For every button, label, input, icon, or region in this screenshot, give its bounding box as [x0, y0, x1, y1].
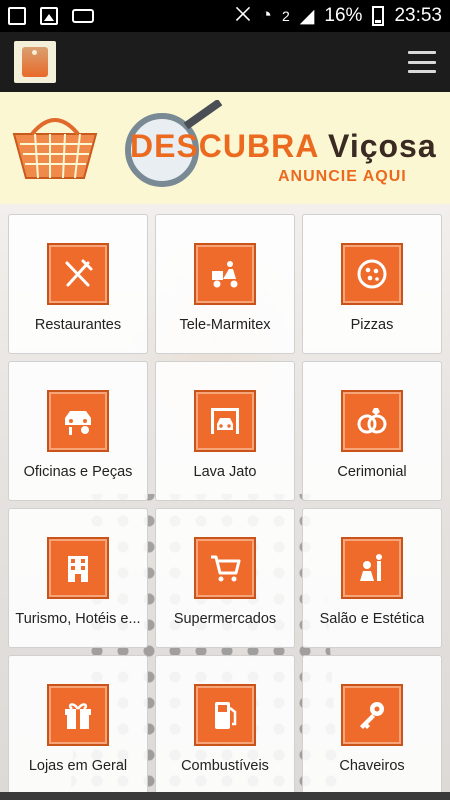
brand-prefix: DES [130, 128, 199, 164]
banner-brand: DESCUBRA Viçosa [130, 128, 437, 165]
bottom-edge [0, 792, 450, 800]
shopping-basket-icon [12, 118, 98, 179]
category-label: Pizzas [350, 317, 394, 333]
category-area: Restaurantes Tele-Marmitex Pizzas Oficin… [0, 204, 450, 800]
menu-button[interactable] [408, 51, 436, 73]
car-repair-icon [47, 390, 109, 452]
key-icon [341, 684, 403, 746]
category-label: Turismo, Hotéis e... [15, 611, 141, 627]
fuel-pump-icon [194, 684, 256, 746]
category-label: Chaveiros [339, 758, 405, 774]
app-logo[interactable] [14, 41, 56, 83]
category-label: Salão e Estética [319, 611, 425, 627]
battery-icon [372, 6, 385, 26]
app-bar [0, 32, 450, 92]
delivery-scooter-icon [194, 243, 256, 305]
shopping-cart-icon [194, 537, 256, 599]
advertise-link[interactable]: ANUNCIE AQUI [278, 168, 407, 186]
image-icon [40, 7, 58, 25]
category-grid: Restaurantes Tele-Marmitex Pizzas Oficin… [8, 214, 442, 795]
utensils-icon [47, 243, 109, 305]
car-wash-icon [194, 390, 256, 452]
category-label: Combustíveis [181, 758, 269, 774]
category-pizzas[interactable]: Pizzas [302, 214, 442, 354]
mute-icon: ⨉ [235, 5, 251, 26]
salon-icon [341, 537, 403, 599]
battery-percent: 16% [324, 5, 363, 26]
category-label: Lava Jato [193, 464, 257, 480]
brand-name: CUBRA [198, 128, 319, 164]
pizza-icon [341, 243, 403, 305]
sim-slot-badge: 2 [282, 8, 290, 24]
rings-icon [341, 390, 403, 452]
gift-icon [47, 684, 109, 746]
ad-banner[interactable]: DESCUBRA Viçosa ANUNCIE AQUI [0, 92, 450, 204]
status-bar: ⨉ ◔ 2 ◢ 16% 23:53 [0, 0, 450, 32]
category-cerimonial[interactable]: Cerimonial [302, 361, 442, 501]
category-lojas-geral[interactable]: Lojas em Geral [8, 655, 148, 795]
category-label: Cerimonial [337, 464, 407, 480]
category-label: Tele-Marmitex [179, 317, 271, 333]
voicemail-icon [72, 9, 94, 23]
clock: 23:53 [394, 5, 442, 26]
category-salao-estetica[interactable]: Salão e Estética [302, 508, 442, 648]
wifi-icon: ◔ [260, 5, 272, 26]
notification-icon [8, 7, 26, 25]
category-tele-marmitex[interactable]: Tele-Marmitex [155, 214, 295, 354]
category-supermercados[interactable]: Supermercados [155, 508, 295, 648]
brand-city: Viçosa [328, 128, 437, 164]
category-label: Lojas em Geral [28, 758, 128, 774]
category-turismo-hoteis[interactable]: Turismo, Hotéis e... [8, 508, 148, 648]
menu-icon [408, 51, 436, 54]
signal-icon: ◢ [299, 5, 315, 27]
category-combustiveis[interactable]: Combustíveis [155, 655, 295, 795]
category-lava-jato[interactable]: Lava Jato [155, 361, 295, 501]
category-label: Restaurantes [34, 317, 122, 333]
category-restaurantes[interactable]: Restaurantes [8, 214, 148, 354]
category-label: Supermercados [173, 611, 277, 627]
category-oficinas[interactable]: Oficinas e Peças [8, 361, 148, 501]
price-tag-icon [22, 47, 48, 77]
category-label: Oficinas e Peças [23, 464, 133, 480]
category-chaveiros[interactable]: Chaveiros [302, 655, 442, 795]
hotel-icon [47, 537, 109, 599]
